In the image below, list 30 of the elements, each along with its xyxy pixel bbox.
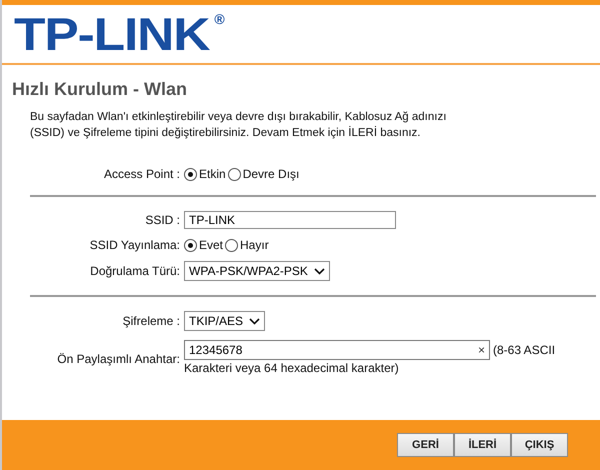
nav-button[interactable]: ÇIKIŞ <box>511 433 568 457</box>
radio-button[interactable] <box>184 238 197 252</box>
chevron-down-icon <box>249 318 260 324</box>
radio-button[interactable] <box>228 168 241 180</box>
field-label: Şifreleme : <box>122 314 180 328</box>
ssid-field[interactable]: TP-LINK <box>184 211 396 229</box>
field-label: SSID Yayınlama: <box>88 238 180 252</box>
radio-button[interactable] <box>225 238 238 252</box>
hint-text: Karakteri veya 64 hexadecimal karakter) <box>184 360 399 377</box>
radio-label: Hayır <box>240 238 269 252</box>
nav-button[interactable]: İLERİ <box>454 433 511 457</box>
nav-button[interactable]: GERİ <box>397 433 454 457</box>
dropdown[interactable]: TKIP/AES <box>184 311 266 331</box>
field-label: Doğrulama Türü: <box>89 264 180 278</box>
radio-button[interactable] <box>184 168 197 180</box>
field-label: SSID : <box>144 213 180 227</box>
logo: TP-LINK <box>14 11 210 57</box>
page-title: Hızlı Kurulum - Wlan <box>12 79 188 100</box>
description: Bu sayfadan Wlan'ı etkinleştirebilir veya devre dışı bırakabilir, Kablosuz Ağ adınızı (SSID) ve Şifreleme tipini değiştirebilirsiniz. Devam Etmek için İLERİ basınız. <box>30 110 448 141</box>
field-label: Access Point : <box>102 167 180 181</box>
chevron-down-icon <box>314 268 325 274</box>
registered-mark: ® <box>214 11 225 27</box>
clear-button[interactable]: × <box>478 342 485 358</box>
radio-label: Devre Dışı <box>242 167 300 181</box>
key-field[interactable]: 12345678 × <box>184 340 490 360</box>
radio-label: Etkin <box>199 167 226 181</box>
radio-label: Evet <box>199 238 224 252</box>
field-label: Ön Paylaşımlı Anahtar: <box>56 352 180 366</box>
dropdown[interactable]: WPA-PSK/WPA2-PSK <box>184 261 330 281</box>
hint-text: (8-63 ASCII <box>493 342 556 358</box>
